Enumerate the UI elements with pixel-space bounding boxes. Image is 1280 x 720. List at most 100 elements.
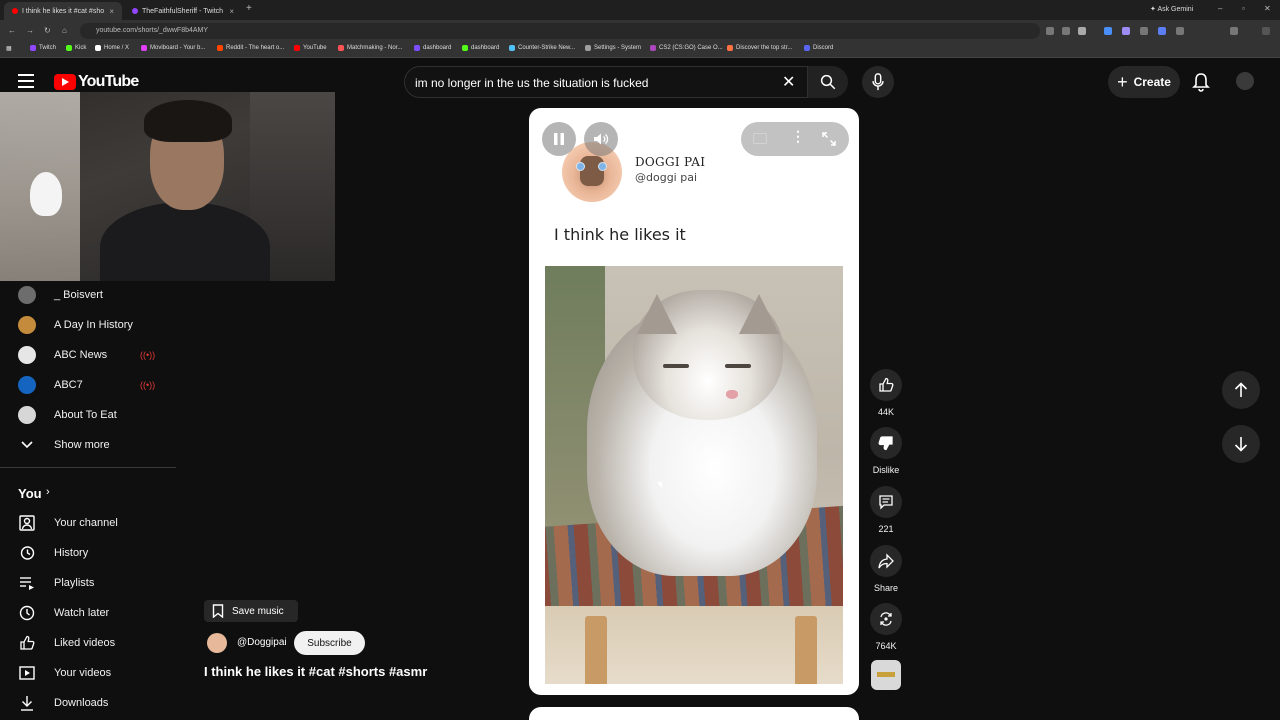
bookmark[interactable]: Discover the top str... — [727, 45, 792, 51]
bookmark-label: Discover the top str... — [736, 45, 793, 51]
discover-icon — [727, 45, 733, 51]
search-icon — [820, 74, 836, 90]
bookmark-label: CS2 (CS:GO) Case O... — [659, 45, 723, 51]
channel-avatar — [18, 286, 36, 304]
volume-button[interactable] — [584, 122, 618, 156]
channel-avatar[interactable] — [207, 633, 227, 653]
menu-hamburger-icon[interactable] — [18, 74, 34, 88]
channel-avatar — [18, 346, 36, 364]
channel-name[interactable]: @Doggipai — [237, 637, 287, 648]
bookmark-star-icon[interactable] — [1078, 27, 1086, 35]
apps-icon[interactable]: ▦ — [6, 45, 12, 52]
bookmark[interactable]: Reddit - The heart o... — [217, 45, 284, 51]
extension-icon[interactable] — [1062, 27, 1070, 35]
bookmark[interactable]: Twitch — [30, 45, 56, 51]
bookmark[interactable]: Counter-Strike New... — [509, 45, 575, 51]
bookmark[interactable]: Home / X — [95, 45, 129, 51]
browser-menu-icon[interactable] — [1262, 27, 1270, 35]
url-field[interactable]: youtube.com/shorts/_dwwF8b4AMY — [80, 23, 1040, 39]
sidebar-item-label: _ Boisvert — [54, 289, 103, 301]
sidebar-item-your-channel[interactable]: Your channel — [0, 508, 176, 538]
bookmark[interactable]: Matchmaking - Nor... — [338, 45, 402, 51]
remix-button[interactable]: 764K — [870, 603, 902, 651]
account-avatar[interactable] — [1236, 72, 1254, 90]
bookmark[interactable]: CS2 (CS:GO) Case O... — [650, 45, 723, 51]
extension-icon[interactable] — [1122, 27, 1130, 35]
short-video-player[interactable]: DOGGI PAI @doggi pai I think he likes it… — [529, 108, 859, 695]
next-short-button[interactable] — [1222, 425, 1260, 463]
sidebar-item-liked-videos[interactable]: Liked videos — [0, 628, 176, 658]
previous-short-button[interactable] — [1222, 371, 1260, 409]
dislike-button[interactable]: Dislike — [870, 427, 902, 475]
address-bar-row: ← → ↻ ⌂ youtube.com/shorts/_dwwF8b4AMY — [0, 20, 1280, 42]
extension-icon[interactable] — [1140, 27, 1148, 35]
live-indicator-icon: ((•)) — [140, 350, 156, 360]
youtube-wordmark: YouTube — [78, 73, 139, 90]
sidebar-item-watch-later[interactable]: Watch later — [0, 598, 176, 628]
bookmark[interactable]: Discord — [804, 45, 833, 51]
history-icon — [18, 544, 36, 562]
like-button[interactable]: 44K — [870, 369, 902, 417]
maximize-icon[interactable]: ▫ — [1242, 4, 1245, 13]
sidebar-item-subscription[interactable]: _ Boisvert — [0, 280, 176, 310]
sidebar-you-heading[interactable]: You — [18, 486, 42, 501]
new-tab-button[interactable]: + — [246, 3, 252, 14]
sidebar-item-label: Downloads — [54, 697, 109, 709]
create-button[interactable]: + Create — [1108, 66, 1180, 98]
bookmark[interactable]: Kick — [66, 45, 86, 51]
subscribe-button[interactable]: Subscribe — [294, 631, 365, 655]
save-music-button[interactable]: Save music — [204, 600, 298, 622]
next-short-preview[interactable] — [529, 707, 859, 720]
sidebar-item-downloads[interactable]: Downloads — [0, 688, 176, 718]
back-icon[interactable]: ← — [8, 26, 16, 35]
captions-icon[interactable] — [753, 133, 767, 144]
bookmark[interactable]: Moviboard - Your b... — [141, 45, 205, 51]
extensions-puzzle-icon[interactable] — [1176, 27, 1184, 35]
extension-icon[interactable] — [1104, 27, 1112, 35]
extension-icon[interactable] — [1158, 27, 1166, 35]
extension-icon[interactable] — [1046, 27, 1054, 35]
thumbs-up-icon — [879, 377, 894, 392]
sidebar-item-label: ABC7 — [54, 379, 83, 391]
profile-icon[interactable] — [1230, 27, 1238, 35]
minimize-icon[interactable]: – — [1218, 4, 1222, 13]
bookmark[interactable]: Settings - System — [585, 45, 641, 51]
player-controls-group: ⋮ — [741, 122, 849, 156]
tab-close-icon[interactable]: × — [229, 7, 234, 16]
sidebar-item-subscription[interactable]: ABC News ((•)) — [0, 340, 176, 370]
sidebar-item-playlists[interactable]: Playlists — [0, 568, 176, 598]
search-input[interactable]: im no longer in the us the situation is … — [404, 66, 808, 98]
bookmark[interactable]: dashboard — [462, 45, 499, 51]
forward-icon[interactable]: → — [26, 26, 34, 35]
sidebar-item-history[interactable]: History — [0, 538, 176, 568]
channel-avatar — [18, 406, 36, 424]
notifications-button[interactable] — [1192, 72, 1210, 97]
search-button[interactable] — [808, 66, 848, 98]
chevron-right-icon: › — [46, 486, 50, 498]
clear-search-icon[interactable]: ✕ — [782, 72, 795, 92]
sidebar-item-your-videos[interactable]: Your videos — [0, 658, 176, 688]
bookmark[interactable]: YouTube — [294, 45, 327, 51]
share-button[interactable]: Share — [870, 545, 902, 593]
sound-thumbnail[interactable] — [871, 660, 901, 690]
pause-button[interactable] — [542, 122, 576, 156]
bookmark[interactable]: dashboard — [414, 45, 451, 51]
sidebar-item-subscription[interactable]: About To Eat — [0, 400, 176, 430]
ask-gemini-button[interactable]: ✦ Ask Gemini — [1150, 5, 1193, 13]
browser-tab-twitch[interactable]: TheFaithfulSheriff - Twitch × — [124, 2, 242, 20]
more-options-icon[interactable]: ⋮ — [791, 129, 805, 143]
bell-icon — [1192, 73, 1210, 92]
sidebar-show-more[interactable]: Show more — [0, 430, 176, 460]
home-icon[interactable]: ⌂ — [62, 26, 67, 35]
sidebar-item-subscription[interactable]: ABC7 ((•)) — [0, 370, 176, 400]
browser-tab-active[interactable]: I think he likes it #cat #sho × — [4, 2, 122, 20]
tab-close-icon[interactable]: × — [109, 7, 114, 16]
dashboard-icon — [414, 45, 420, 51]
voice-search-button[interactable] — [862, 66, 894, 98]
sidebar-item-subscription[interactable]: A Day In History — [0, 310, 176, 340]
fullscreen-icon[interactable] — [822, 132, 836, 146]
comments-button[interactable]: 221 — [870, 486, 902, 534]
reload-icon[interactable]: ↻ — [44, 26, 51, 35]
window-close-icon[interactable]: ✕ — [1264, 4, 1271, 13]
youtube-logo[interactable]: YouTube — [54, 73, 139, 91]
